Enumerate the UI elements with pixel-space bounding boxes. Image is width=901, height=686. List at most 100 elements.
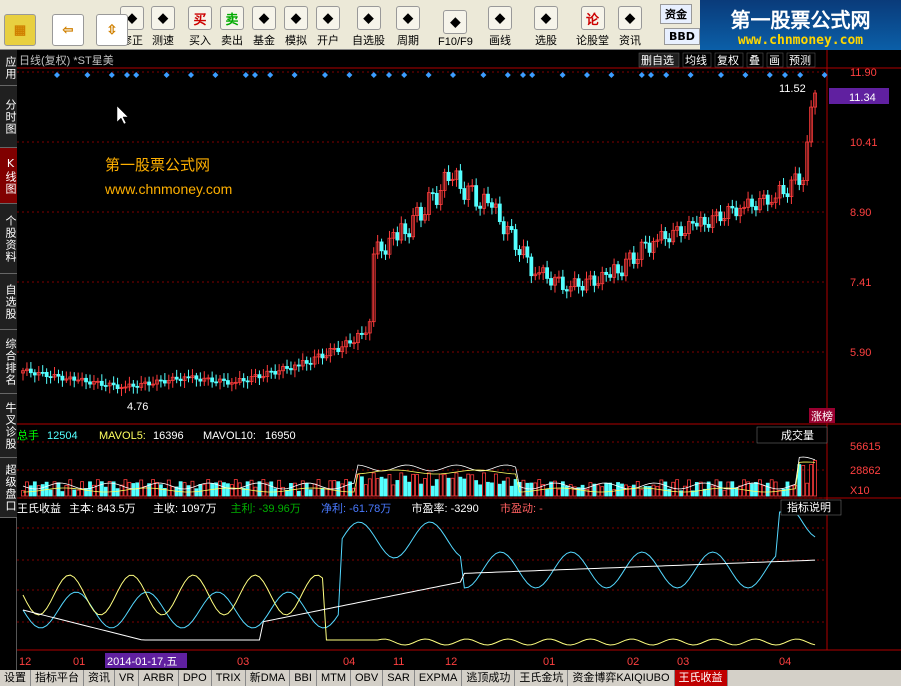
indicator-tab[interactable]: 资讯: [84, 670, 115, 686]
fund-flow-button[interactable]: 资金: [660, 4, 692, 24]
candle-body: [147, 381, 151, 386]
toolbar-pen-button[interactable]: ◆ 画线: [488, 4, 512, 48]
indicator-tab[interactable]: VR: [115, 670, 140, 686]
x-axis-label: 01: [73, 656, 85, 668]
volume-bar: [304, 483, 309, 497]
volume-bar: [529, 482, 534, 497]
toolbar-fund-button[interactable]: ◆ 基金: [252, 4, 276, 48]
sidebar-tab-2[interactable]: K线图: [0, 148, 17, 204]
volume-bar: [28, 485, 33, 497]
indicator-tabs: 设置 指标平台 资讯 VR ARBR DPO TRIX 新DMA BBI MTM OBV SAR EXP…: [0, 670, 901, 686]
home-button[interactable]: ▦: [4, 4, 36, 48]
kline-menu-item: 均线: [685, 53, 707, 67]
candle-body: [663, 231, 668, 240]
kline-menu-item: 删自选: [641, 54, 674, 67]
toolbar-cycle-button[interactable]: ◆ 周期: [396, 4, 420, 48]
candle-body: [407, 233, 412, 238]
candle-body: [458, 170, 463, 189]
candle-body: [32, 372, 37, 376]
current-price-label: 11.34: [849, 92, 876, 104]
candle-body: [60, 375, 65, 381]
indicator-tab[interactable]: MTM: [317, 670, 351, 686]
indicator-tab[interactable]: 资金博弈KAIQIUBO: [568, 670, 675, 686]
volume-bar: [509, 485, 514, 497]
candle-body: [730, 206, 735, 209]
x-axis-label: 12: [19, 656, 31, 668]
candle-body: [222, 378, 226, 381]
indicator-tab[interactable]: 王氏收益: [674, 670, 728, 686]
candle-body: [395, 232, 400, 241]
candle-body: [226, 380, 230, 385]
toolbar-star-button[interactable]: ◆ 自选股: [352, 4, 385, 48]
stock-chart[interactable]: 日线(复权) *ST星美 删自选 均线 复权叠画预测 11.90 10.41 8.90 7.4…: [17, 50, 901, 670]
volume-bar: [84, 488, 88, 497]
volume-bar: [667, 488, 672, 497]
volume-bar: [490, 482, 494, 497]
select-stock-icon: ◆: [534, 6, 558, 30]
candle-body: [560, 276, 565, 290]
sidebar-tab-6[interactable]: 牛叉诊股: [0, 394, 17, 458]
toolbar-news-button[interactable]: ◆ 资讯: [618, 4, 642, 48]
toolbar-select-stock-button[interactable]: ◆ 选股: [534, 4, 558, 48]
volume-bar: [186, 485, 191, 497]
indicator-tab[interactable]: 王氏金坑: [515, 670, 569, 686]
volume-bar: [48, 489, 53, 497]
indicator-help-button: 指标说明: [787, 500, 831, 514]
sidebar-tab-5[interactable]: 综合排名: [0, 330, 17, 394]
sidebar-tab-7[interactable]: 超级盘口: [0, 458, 17, 518]
candle-body: [509, 226, 514, 230]
indicator-tab[interactable]: EXPMA: [415, 670, 463, 686]
toolbar-clock-button[interactable]: ◆ 测速: [151, 4, 175, 48]
volume-bar: [245, 481, 250, 497]
cycle-icon: ◆: [396, 6, 420, 30]
candle-body: [186, 376, 191, 379]
indicator-tab[interactable]: TRIX: [212, 670, 246, 686]
sidebar-tab-0[interactable]: 应用: [0, 50, 17, 86]
lock-icon: ◆: [316, 6, 340, 30]
indicator-tab[interactable]: 逃顶成功: [462, 670, 516, 686]
kline-menu-item: 复权: [717, 53, 739, 67]
buy-icon: 买: [188, 6, 212, 30]
volume-bar: [545, 489, 549, 497]
candle-body: [718, 211, 723, 222]
volume-bar: [462, 478, 467, 497]
candle-body: [608, 274, 613, 278]
candle-body: [486, 193, 490, 204]
candle-body: [754, 206, 758, 211]
indicator-value: 市盈动: -: [500, 501, 543, 515]
indicator-tab[interactable]: BBI: [290, 670, 317, 686]
fund-icon: ◆: [252, 6, 276, 30]
volume-bar: [285, 489, 289, 497]
indicator-tab[interactable]: SAR: [383, 670, 415, 686]
indicator-tab[interactable]: 设置: [0, 670, 31, 686]
toolbar-forum-button[interactable]: 论论股堂: [576, 4, 609, 48]
indicator-tab[interactable]: OBV: [351, 670, 384, 686]
volume-bar: [616, 482, 620, 497]
toolbar-f10-button[interactable]: ◆ F10/F9: [438, 4, 473, 48]
indicator-tab[interactable]: DPO: [179, 670, 212, 686]
toolbar-sell-button[interactable]: 卖卖出: [220, 4, 244, 48]
sidebar-tab-1[interactable]: 分时图: [0, 86, 17, 148]
toolbar-lock-button[interactable]: ◆ 开户: [316, 4, 340, 48]
sidebar-tab-4[interactable]: 自选股: [0, 274, 17, 330]
toolbar-buy-button[interactable]: 买买入: [188, 4, 212, 48]
volume-bar: [198, 484, 203, 497]
candle-body: [643, 241, 648, 244]
candle-body: [604, 271, 609, 275]
indicator-tab[interactable]: 新DMA: [246, 670, 291, 686]
home-icon: ▦: [4, 14, 36, 46]
indicator-tab[interactable]: ARBR: [139, 670, 179, 686]
candle-body: [72, 376, 77, 381]
volume-tick: X10: [850, 485, 870, 497]
indicator-tab[interactable]: 指标平台: [31, 670, 84, 686]
bbd-button[interactable]: BBD: [664, 28, 700, 45]
toolbar-hammer-button[interactable]: ◆ 模拟: [284, 4, 308, 48]
sidebar-tab-3[interactable]: 个股资料: [0, 204, 17, 274]
volume-bar: [754, 482, 758, 497]
candle-body: [781, 185, 786, 195]
back-arrow-button[interactable]: ⇦: [52, 4, 84, 48]
x-axis-label: 03: [677, 656, 689, 668]
up-arrow-button[interactable]: ⇳: [96, 4, 128, 48]
price-tick: 10.41: [850, 137, 878, 149]
kline-menu-item: 叠: [749, 54, 760, 67]
